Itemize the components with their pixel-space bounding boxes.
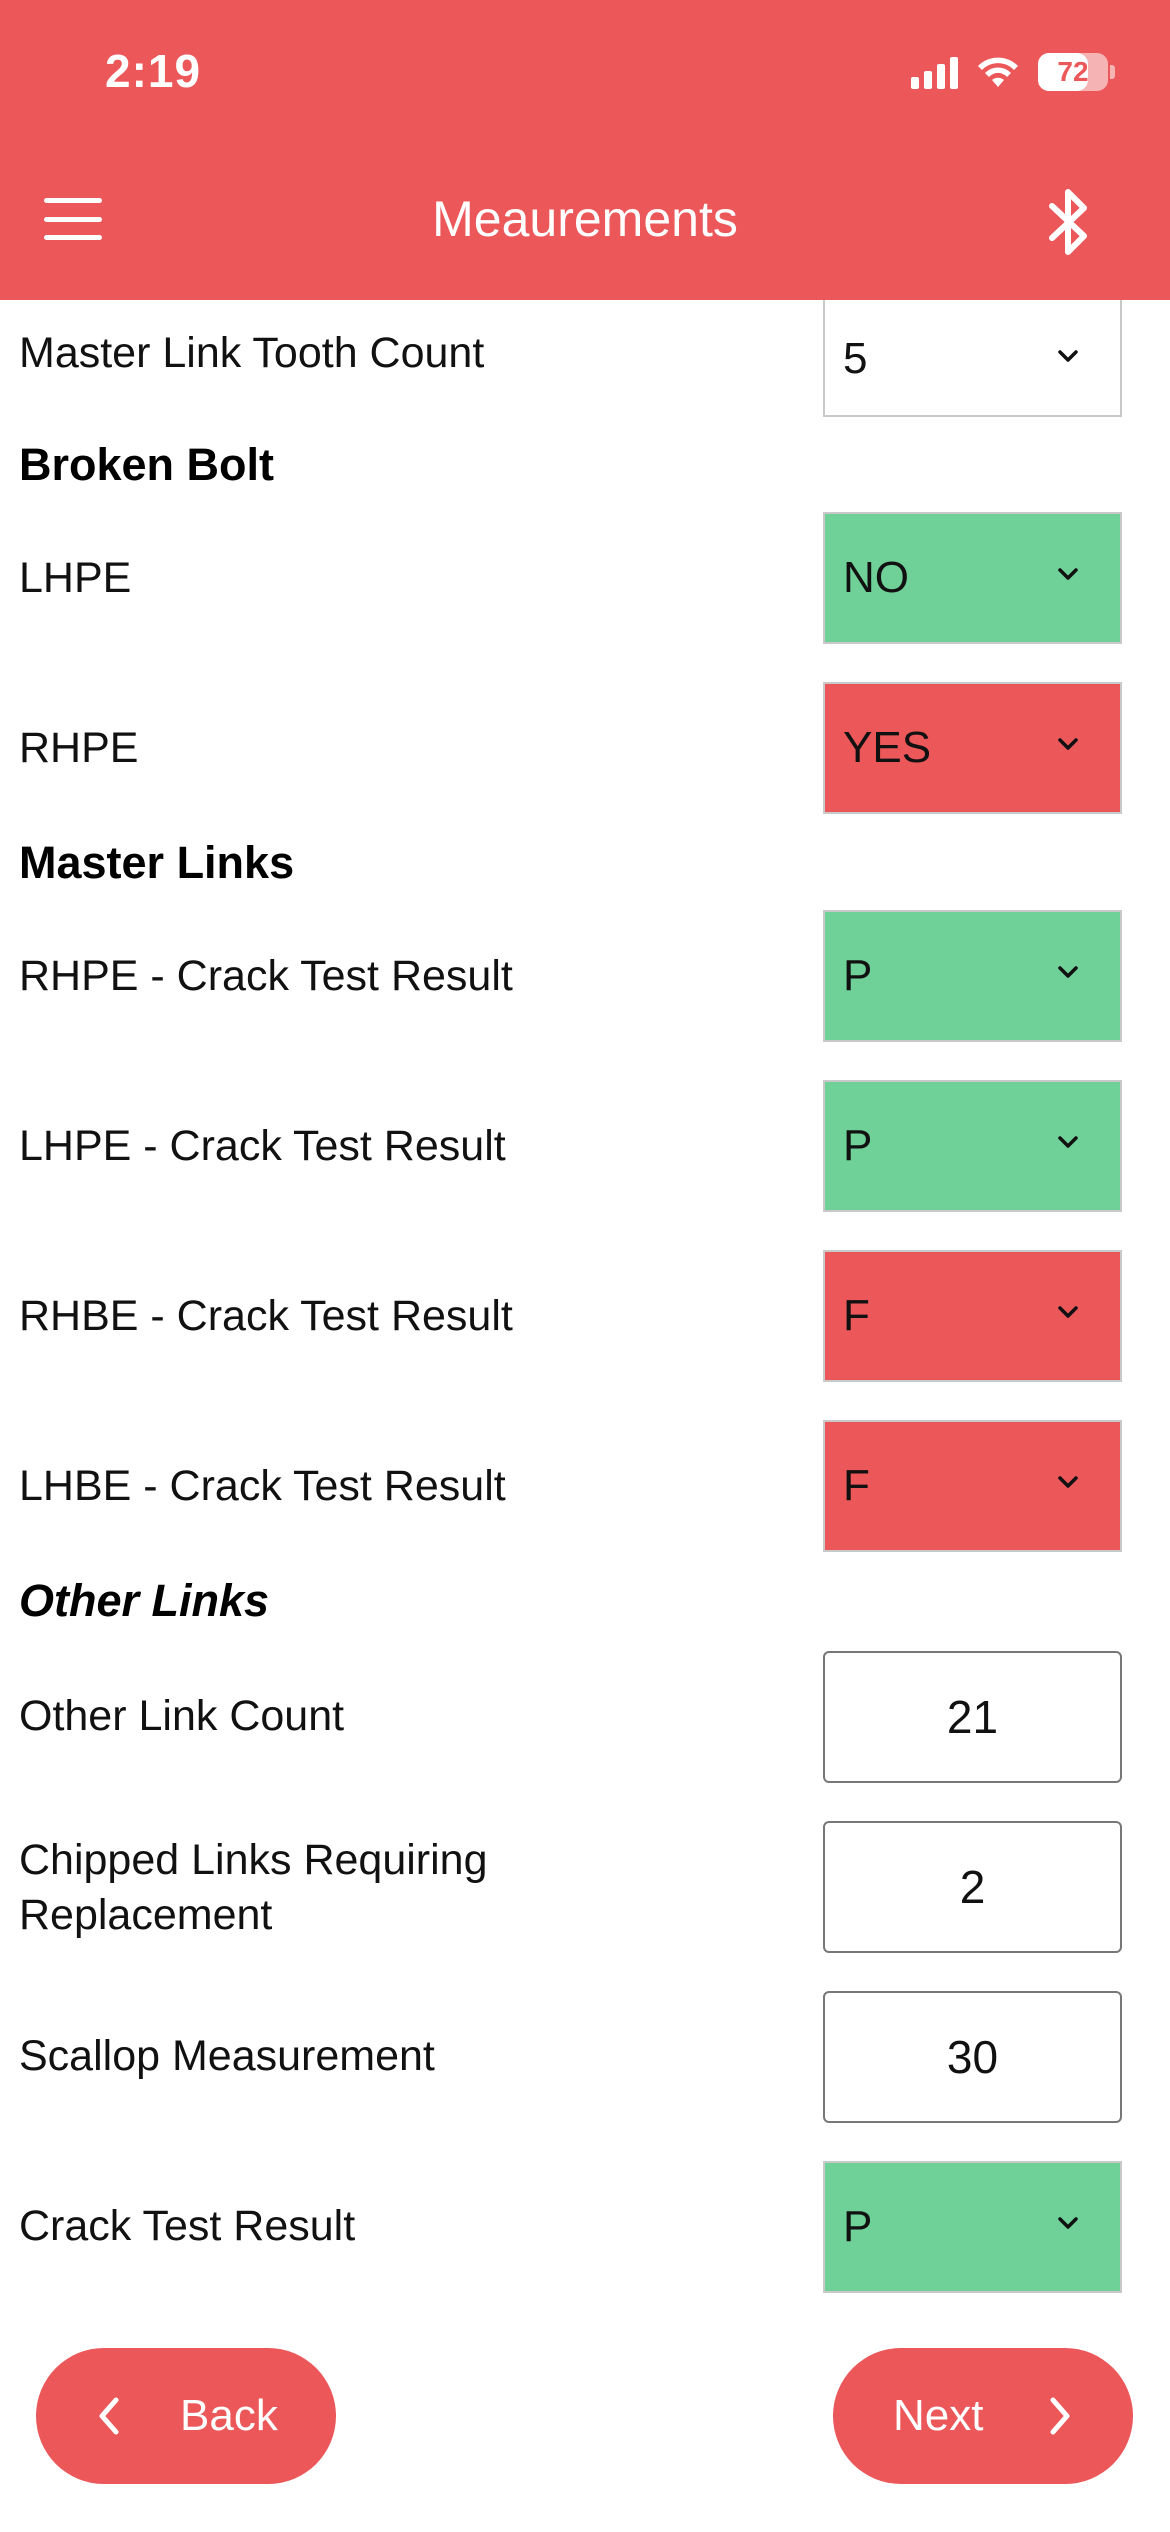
status-icons: 72 — [911, 50, 1115, 94]
chipped-links-label-line2: Replacement — [19, 1891, 273, 1939]
chevron-down-icon — [1058, 1136, 1078, 1148]
section-master-links: Master Links — [19, 837, 295, 888]
crack-test-result-select[interactable]: P — [823, 2161, 1122, 2293]
lhpe-crack-test-select[interactable]: P — [823, 1080, 1122, 1212]
status-time: 2:19 — [105, 45, 202, 97]
page-title: Meaurements — [432, 191, 738, 247]
select-value: P — [843, 1121, 873, 1170]
app-header: 2:19 72 Meaurements — [0, 0, 1170, 300]
crack-test-result-label: Crack Test Result — [19, 2202, 356, 2250]
battery-icon: 72 — [1038, 53, 1108, 91]
select-value: F — [843, 1291, 870, 1340]
battery-indicator: 72 — [1038, 53, 1115, 91]
chevron-down-icon — [1058, 966, 1078, 978]
other-link-count-input[interactable]: 21 — [823, 1651, 1122, 1783]
chevron-down-icon — [1058, 738, 1078, 750]
rhbe-crack-label: RHBE - Crack Test Result — [19, 1292, 513, 1340]
chevron-down-icon — [1058, 1306, 1078, 1318]
next-button[interactable]: Next — [833, 2348, 1133, 2484]
chevron-down-icon — [1058, 349, 1078, 362]
select-value: YES — [843, 723, 932, 772]
section-broken-bolt: Broken Bolt — [19, 439, 275, 490]
broken-bolt-rhpe-select[interactable]: YES — [823, 682, 1122, 814]
lhpe-crack-label: LHPE - Crack Test Result — [19, 1122, 506, 1170]
lhbe-crack-test-select[interactable]: F — [823, 1420, 1122, 1552]
chevron-down-icon — [1058, 1476, 1078, 1488]
back-button[interactable]: Back — [36, 2348, 336, 2484]
bluetooth-icon[interactable] — [1040, 184, 1100, 260]
lhpe-label: LHPE — [19, 554, 132, 602]
wifi-icon — [978, 57, 1018, 87]
chevron-down-icon — [1058, 568, 1078, 580]
chevron-right-icon — [1050, 2397, 1070, 2435]
battery-percent: 72 — [1057, 56, 1089, 87]
back-button-label: Back — [180, 2391, 278, 2440]
other-link-count-label: Other Link Count — [19, 1692, 345, 1740]
rhbe-crack-test-select[interactable]: F — [823, 1250, 1122, 1382]
scallop-measurement-input[interactable]: 30 — [823, 1991, 1122, 2123]
chipped-links-label: Chipped Links Requiring Replacement — [19, 1832, 488, 1943]
master-link-tooth-count-label: Master Link Tooth Count — [19, 329, 485, 377]
select-value: P — [843, 2202, 873, 2251]
rhpe-crack-test-select[interactable]: P — [823, 910, 1122, 1042]
master-link-tooth-count-select[interactable]: 5 — [823, 300, 1122, 417]
section-other-links: Other Links — [19, 1575, 270, 1626]
chevron-left-icon — [99, 2397, 119, 2435]
select-value: F — [843, 1461, 870, 1510]
measurements-form[interactable]: Master Link Tooth Count 5 Broken Bolt LH… — [0, 300, 1170, 2320]
select-value: NO — [843, 553, 909, 602]
rhpe-label: RHPE — [19, 724, 139, 772]
broken-bolt-lhpe-select[interactable]: NO — [823, 512, 1122, 644]
scallop-measurement-label: Scallop Measurement — [19, 2032, 435, 2080]
next-button-label: Next — [893, 2391, 984, 2440]
chipped-links-label-line1: Chipped Links Requiring — [19, 1836, 488, 1884]
chevron-down-icon — [1058, 2217, 1078, 2229]
lhbe-crack-label: LHBE - Crack Test Result — [19, 1462, 506, 1510]
select-value: P — [843, 951, 873, 1000]
rhpe-crack-label: RHPE - Crack Test Result — [19, 952, 513, 1000]
chipped-links-input[interactable]: 2 — [823, 1821, 1122, 1953]
cellular-signal-icon — [911, 55, 958, 89]
battery-nub — [1110, 65, 1115, 79]
select-value: 5 — [843, 333, 868, 383]
